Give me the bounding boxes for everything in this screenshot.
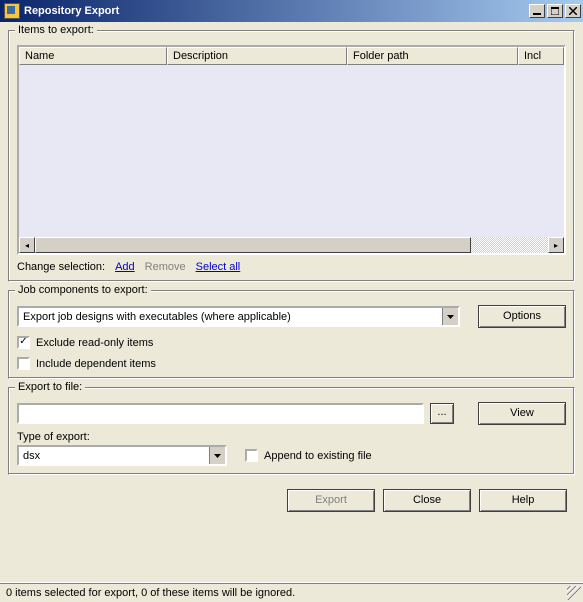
table-body xyxy=(19,65,564,237)
help-button[interactable]: Help xyxy=(479,489,567,512)
col-folder-path[interactable]: Folder path xyxy=(347,47,518,65)
scroll-right-arrow[interactable]: ▸ xyxy=(548,237,564,253)
items-table[interactable]: Name Description Folder path Incl ◂ ▸ xyxy=(17,45,566,255)
view-button[interactable]: View xyxy=(478,402,566,425)
type-label: Type of export: xyxy=(17,431,566,443)
status-text: 0 items selected for export, 0 of these … xyxy=(6,587,295,599)
resize-grip-icon[interactable] xyxy=(567,586,581,600)
type-combo-value: dsx xyxy=(19,447,209,464)
job-legend: Job components to export: xyxy=(15,284,151,296)
scroll-left-arrow[interactable]: ◂ xyxy=(19,237,35,253)
append-label: Append to existing file xyxy=(264,450,372,462)
col-description[interactable]: Description xyxy=(167,47,347,65)
add-link[interactable]: Add xyxy=(115,261,135,273)
check-icon: ✓ xyxy=(19,337,27,347)
close-icon xyxy=(569,7,577,15)
hscrollbar[interactable]: ◂ ▸ xyxy=(19,237,564,253)
chevron-down-icon[interactable] xyxy=(209,447,225,464)
remove-link: Remove xyxy=(145,261,186,273)
options-button[interactable]: Options xyxy=(478,305,566,328)
minimize-button[interactable] xyxy=(529,4,545,18)
statusbar: 0 items selected for export, 0 of these … xyxy=(0,582,583,602)
change-selection-label: Change selection: xyxy=(17,261,105,273)
job-components-combo[interactable]: Export job designs with executables (whe… xyxy=(17,306,460,327)
items-groupbox: Items to export: Name Description Folder… xyxy=(8,30,575,282)
table-header: Name Description Folder path Incl xyxy=(19,47,564,65)
col-include[interactable]: Incl xyxy=(518,47,564,65)
exclude-readonly-checkbox[interactable]: ✓ xyxy=(17,336,30,349)
type-combo[interactable]: dsx xyxy=(17,445,227,466)
include-dependent-checkbox[interactable] xyxy=(17,357,30,370)
col-name[interactable]: Name xyxy=(19,47,167,65)
export-legend: Export to file: xyxy=(15,381,85,393)
exclude-readonly-label: Exclude read-only items xyxy=(36,337,153,349)
maximize-icon xyxy=(551,7,559,15)
job-groupbox: Job components to export: Export job des… xyxy=(8,290,575,379)
scroll-thumb[interactable] xyxy=(35,237,471,253)
export-groupbox: Export to file: ... View Type of export:… xyxy=(8,387,575,475)
close-button[interactable] xyxy=(565,4,581,18)
export-button[interactable]: Export xyxy=(287,489,375,512)
append-checkbox[interactable] xyxy=(245,449,258,462)
close-dialog-button[interactable]: Close xyxy=(383,489,471,512)
items-legend: Items to export: xyxy=(15,24,97,36)
browse-button[interactable]: ... xyxy=(430,403,454,424)
job-combo-value: Export job designs with executables (whe… xyxy=(19,308,442,325)
export-path-input[interactable] xyxy=(17,403,424,424)
minimize-icon xyxy=(533,7,541,15)
app-icon xyxy=(4,3,20,19)
window-title: Repository Export xyxy=(24,5,529,17)
chevron-down-icon[interactable] xyxy=(442,308,458,325)
maximize-button[interactable] xyxy=(547,4,563,18)
select-all-link[interactable]: Select all xyxy=(196,261,241,273)
titlebar: Repository Export xyxy=(0,0,583,22)
include-dependent-label: Include dependent items xyxy=(36,358,156,370)
